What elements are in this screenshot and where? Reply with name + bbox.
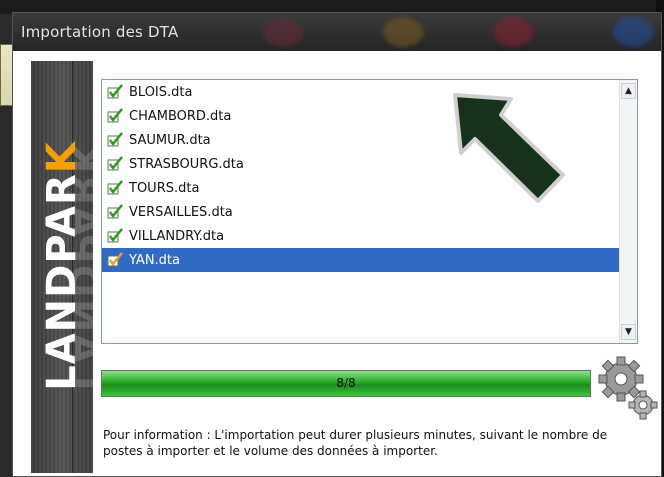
checkbox-icon[interactable] — [107, 252, 123, 268]
checkbox-icon[interactable] — [107, 84, 123, 100]
titlebar-decoration — [493, 17, 533, 47]
file-name: BLOIS.dta — [129, 84, 193, 100]
window-title: Importation des DTA — [21, 23, 179, 41]
checkbox-icon[interactable] — [107, 156, 123, 172]
file-name: CHAMBORD.dta — [129, 108, 232, 124]
scroll-up-arrow-icon[interactable]: ▲ — [621, 83, 636, 99]
title-bar[interactable]: Importation des DTA — [13, 13, 661, 51]
checkbox-icon[interactable] — [107, 180, 123, 196]
file-name: TOURS.dta — [129, 180, 200, 196]
checkbox-icon[interactable] — [107, 108, 123, 124]
file-name: STRASBOURG.dta — [129, 156, 244, 172]
brand-panel: LANDPARK LANDPARK — [31, 61, 106, 473]
file-name: VILLANDRY.dta — [129, 228, 225, 244]
titlebar-decoration — [263, 19, 303, 47]
import-dialog: Importation des DTA LANDPARK LANDPARK BL… — [12, 12, 662, 477]
brand-logo-accent: K — [39, 141, 85, 174]
file-name: SAUMUR.dta — [129, 132, 211, 148]
import-progress-bar: 8/8 — [101, 370, 591, 397]
titlebar-decoration — [383, 17, 423, 47]
info-text: Pour information : L'importation peut du… — [103, 428, 608, 458]
titlebar-decoration — [613, 17, 653, 47]
brand-logo: LANDPARK — [39, 141, 85, 391]
file-list-scrollbar[interactable]: ▲ ▼ — [619, 80, 637, 343]
brand-logo-main: LANDPAR — [39, 173, 85, 391]
scroll-down-arrow-icon[interactable]: ▼ — [621, 324, 636, 340]
gears-icon — [598, 356, 658, 420]
checkbox-icon[interactable] — [107, 132, 123, 148]
file-name: YAN.dta — [129, 252, 180, 268]
checkbox-icon[interactable] — [107, 204, 123, 220]
checkbox-icon[interactable] — [107, 228, 123, 244]
file-list-item[interactable]: YAN.dta — [102, 248, 621, 272]
file-list-item[interactable]: VILLANDRY.dta — [102, 224, 621, 248]
pointer-arrow-icon — [453, 93, 565, 203]
file-name: VERSAILLES.dta — [129, 204, 233, 220]
progress-label: 8/8 — [336, 376, 356, 390]
